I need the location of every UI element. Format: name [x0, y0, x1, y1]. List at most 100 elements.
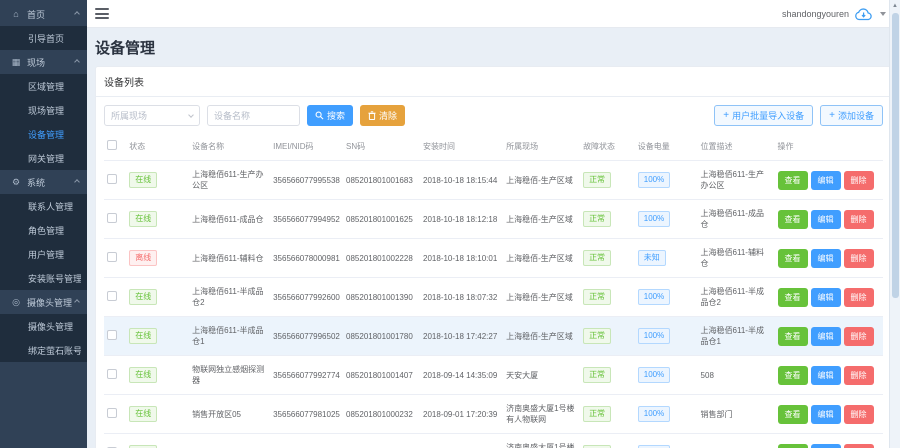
sidebar-item-摄像头管理[interactable]: ◎ 摄像头管理 — [0, 290, 87, 314]
install-time-cell: 2018-09-01 17:15:21 — [420, 434, 503, 448]
sidebar-item-系统[interactable]: ⚙系统 — [0, 170, 87, 194]
site-cell: 上海稳佰-生产区域 — [503, 161, 580, 200]
delete-button[interactable]: 删除 — [844, 366, 874, 385]
location-cell: 上海稳佰611-半成品仓1 — [698, 317, 775, 356]
imei-cell: 356566077981025 — [270, 395, 343, 434]
hamburger-menu-icon[interactable] — [95, 8, 109, 19]
site-cell: 济南奥盛大厦1号楼有人物联网 — [503, 395, 580, 434]
delete-button[interactable]: 删除 — [844, 171, 874, 190]
delete-button[interactable]: 删除 — [844, 327, 874, 346]
sidebar-item-现场管理[interactable]: 现场管理 — [0, 98, 87, 122]
view-button[interactable]: 查看 — [778, 171, 808, 190]
sidebar-item-角色管理[interactable]: 角色管理 — [0, 218, 87, 242]
search-button[interactable]: 搜索 — [307, 105, 353, 126]
sidebar-item-首页[interactable]: ⌂首页 — [0, 2, 87, 26]
location-cell: 上海稳佰611-成品仓 — [698, 200, 775, 239]
view-button[interactable]: 查看 — [778, 405, 808, 424]
device-name-cell: 上海稳佰611-半成品仓1 — [189, 317, 270, 356]
select-all-checkbox[interactable] — [107, 140, 117, 150]
sidebar-item-网关管理[interactable]: 网关管理 — [0, 146, 87, 170]
install-time-cell: 2018-10-18 18:15:44 — [420, 161, 503, 200]
edit-button[interactable]: 编辑 — [811, 288, 841, 307]
edit-button[interactable]: 编辑 — [811, 249, 841, 268]
site-icon: ▦ — [10, 57, 22, 68]
sidebar-item-安装账号管理[interactable]: 安装账号管理 — [0, 266, 87, 290]
column-header-位置描述: 位置描述 — [698, 132, 775, 161]
edit-button[interactable]: 编辑 — [811, 171, 841, 190]
view-button[interactable]: 查看 — [778, 366, 808, 385]
gear-icon: ⚙ — [10, 177, 22, 188]
row-checkbox[interactable] — [107, 252, 117, 262]
sidebar-item-引导首页[interactable]: 引导首页 — [0, 26, 87, 50]
row-checkbox[interactable] — [107, 330, 117, 340]
sn-cell: 085201801001390 — [343, 278, 420, 317]
status-badge: 离线 — [129, 250, 157, 266]
status-badge: 在线 — [129, 406, 157, 422]
sidebar-item-设备管理[interactable]: 设备管理 — [0, 122, 87, 146]
row-checkbox[interactable] — [107, 369, 117, 379]
view-button[interactable]: 查看 — [778, 444, 808, 448]
view-button[interactable]: 查看 — [778, 327, 808, 346]
table-row: 在线上海稳佰611-半成品仓13565660779965020852018010… — [104, 317, 883, 356]
row-checkbox[interactable] — [107, 174, 117, 184]
column-header-状态: 状态 — [126, 132, 189, 161]
sidebar-item-label: 摄像头管理 — [27, 296, 75, 309]
device-name-input[interactable]: 设备名称 — [207, 105, 300, 126]
search-icon — [315, 111, 324, 120]
clear-button[interactable]: 清除 — [360, 105, 405, 126]
sidebar-item-联系人管理[interactable]: 联系人管理 — [0, 194, 87, 218]
site-cell: 上海稳佰-生产区域 — [503, 317, 580, 356]
device-name-cell: 物联网独立感烟探测器 — [189, 356, 270, 395]
site-filter-select[interactable]: 所属现场 — [104, 105, 200, 126]
scrollbar-thumb[interactable] — [892, 13, 899, 298]
actions-cell: 查看编辑删除 — [775, 317, 883, 356]
sidebar-item-摄像头管理[interactable]: 摄像头管理 — [0, 314, 87, 338]
view-button[interactable]: 查看 — [778, 249, 808, 268]
column-header-IMEI/NID码: IMEI/NID码 — [270, 132, 343, 161]
delete-button[interactable]: 删除 — [844, 444, 874, 448]
edit-button[interactable]: 编辑 — [811, 210, 841, 229]
edit-button[interactable]: 编辑 — [811, 405, 841, 424]
camera-icon: ◎ — [10, 297, 22, 308]
cloud-icon — [854, 7, 873, 21]
table-header-row: 状态设备名称IMEI/NID码SN码安装时间所属现场故障状态设备电量位置描述操作 — [104, 132, 883, 161]
device-name-cell: 西门门口 — [189, 434, 270, 448]
delete-button[interactable]: 删除 — [844, 405, 874, 424]
sidebar-item-现场[interactable]: ▦现场 — [0, 50, 87, 74]
imei-cell: 356566077988996 — [270, 434, 343, 448]
column-header-故障状态: 故障状态 — [580, 132, 635, 161]
plus-icon: + — [829, 111, 835, 121]
delete-button[interactable]: 删除 — [844, 210, 874, 229]
fault-status-badge: 正常 — [583, 172, 611, 188]
edit-button[interactable]: 编辑 — [811, 366, 841, 385]
column-header-所属现场: 所属现场 — [503, 132, 580, 161]
install-time-cell: 2018-09-14 14:35:09 — [420, 356, 503, 395]
battery-badge: 未知 — [638, 250, 666, 266]
sidebar: ⌂首页引导首页▦现场区域管理现场管理设备管理网关管理⚙系统联系人管理角色管理用户… — [0, 0, 87, 448]
row-checkbox[interactable] — [107, 408, 117, 418]
view-button[interactable]: 查看 — [778, 210, 808, 229]
status-badge: 在线 — [129, 367, 157, 383]
sn-cell: 085201801001625 — [343, 200, 420, 239]
delete-button[interactable]: 删除 — [844, 288, 874, 307]
column-header-操作: 操作 — [775, 132, 883, 161]
edit-button[interactable]: 编辑 — [811, 327, 841, 346]
sidebar-item-用户管理[interactable]: 用户管理 — [0, 242, 87, 266]
edit-button[interactable]: 编辑 — [811, 444, 841, 448]
imei-cell: 356566077992600 — [270, 278, 343, 317]
row-checkbox[interactable] — [107, 291, 117, 301]
add-device-button[interactable]: + 添加设备 — [820, 105, 883, 126]
row-checkbox[interactable] — [107, 213, 117, 223]
user-menu-caret-icon[interactable] — [880, 12, 886, 16]
sidebar-item-绑定萤石账号[interactable]: 绑定萤石账号 — [0, 338, 87, 362]
sidebar-item-区域管理[interactable]: 区域管理 — [0, 74, 87, 98]
batch-import-button[interactable]: + 用户批量导入设备 — [714, 105, 813, 126]
scroll-up-arrow-icon[interactable]: ▲ — [890, 0, 900, 12]
delete-button[interactable]: 删除 — [844, 249, 874, 268]
view-button[interactable]: 查看 — [778, 288, 808, 307]
status-badge: 在线 — [129, 289, 157, 305]
main-area: shandongyouren 设备管理 设备列表 所属现场 — [87, 0, 900, 448]
column-header-设备名称: 设备名称 — [189, 132, 270, 161]
sn-cell: 085201801001029 — [343, 434, 420, 448]
vertical-scrollbar[interactable]: ▲ — [889, 0, 900, 448]
